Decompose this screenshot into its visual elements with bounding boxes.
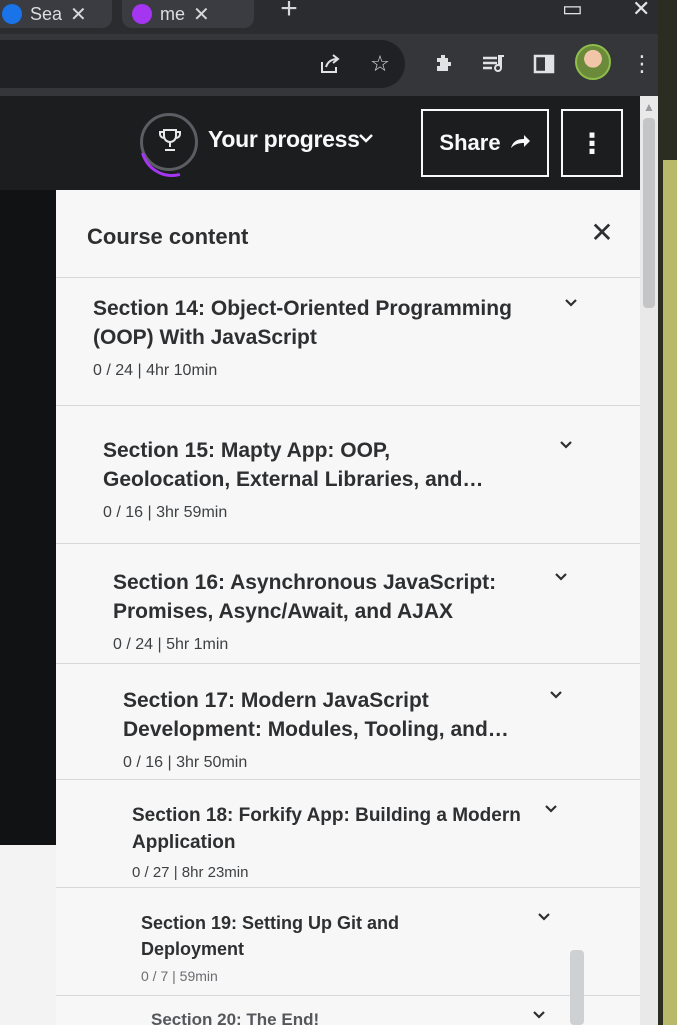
browser-tab[interactable]: Sea ✕ [0,0,112,28]
section-title: Section 19: Setting Up Git and Deploymen… [141,913,400,959]
page-scrollbar-thumb[interactable] [643,118,655,308]
close-tab-icon[interactable]: ✕ [193,2,210,27]
chevron-down-icon[interactable] [559,434,573,455]
reading-list-icon[interactable] [478,48,510,80]
tab-favicon-icon [2,4,22,24]
section-list: Section 14: Object-Oriented Programming … [56,278,640,1025]
section-item[interactable]: Section 15: Mapty App: OOP, Geolocation,… [56,406,640,544]
section-title: Section 17: Modern JavaScript Developmen… [123,689,509,741]
section-title: Section 14: Object-Oriented Programming … [93,297,512,349]
scroll-up-arrow-icon[interactable]: ▲ [643,100,655,114]
section-title: Section 20: The End! [151,1010,320,1025]
section-meta: 0 / 24 | 5hr 1min [113,636,229,653]
progress-ring[interactable] [140,113,198,171]
chevron-down-icon[interactable] [549,684,563,705]
sidebar-title: Course content [87,224,249,249]
chevron-down-icon[interactable] [358,128,374,149]
close-sidebar-button[interactable]: ✕ [588,219,616,248]
share-button-label: Share [439,130,501,155]
tab-label: Sea [30,3,63,24]
section-item[interactable]: Section 17: Modern JavaScript Developmen… [56,664,640,780]
bookmark-star-icon[interactable]: ☆ [364,48,396,80]
section-meta: 0 / 7 | 59min [141,968,218,984]
extensions-icon[interactable] [428,48,460,80]
sidebar-scrollbar-thumb[interactable] [570,950,584,1025]
tab-label: me [160,3,186,24]
your-progress-button[interactable]: Your progress [208,126,360,153]
share-button[interactable]: Share [421,109,549,177]
more-options-button[interactable]: ⋮ [561,109,623,177]
chevron-down-icon[interactable] [537,906,551,927]
sidebar-header: Course content ✕ [56,190,640,278]
section-item[interactable]: Section 20: The End! [56,996,640,1025]
share-icon[interactable] [314,48,346,80]
section-meta: 0 / 24 | 4hr 10min [93,362,218,379]
section-meta: 0 / 16 | 3hr 50min [123,754,248,771]
section-meta: 0 / 27 | 8hr 23min [132,864,249,881]
section-item[interactable]: Section 19: Setting Up Git and Deploymen… [56,888,640,996]
section-title: Section 18: Forkify App: Building a Mode… [132,805,521,853]
section-meta: 0 / 16 | 3hr 59min [103,504,228,521]
browser-tab-strip: Sea ✕ me ✕ + ▭ ✕ [0,0,677,34]
close-window-icon[interactable]: ✕ [632,0,650,22]
monitor-bezel [658,0,677,1025]
course-content-sidebar: Course content ✕ ▲ Section 14: Object-Or… [56,190,640,1025]
share-arrow-icon [509,130,531,156]
minimize-window-icon[interactable]: ▭ [562,0,583,22]
section-title: Section 15: Mapty App: OOP, Geolocation,… [103,439,484,491]
section-title: Section 16: Asynchronous JavaScript: Pro… [113,571,497,623]
section-item[interactable]: Section 18: Forkify App: Building a Mode… [56,780,640,888]
profile-avatar[interactable] [575,44,611,80]
background-edge [663,160,677,1025]
close-tab-icon[interactable]: ✕ [70,2,87,27]
section-item[interactable]: Section 16: Asynchronous JavaScript: Pro… [56,544,640,664]
browser-tab-active[interactable]: me ✕ [122,0,254,28]
screen: Sea ✕ me ✕ + ▭ ✕ ☆ ⋮ Your progress Share… [0,0,677,1025]
trophy-icon [158,128,182,156]
new-tab-button[interactable]: + [272,0,306,26]
browser-menu-icon[interactable]: ⋮ [626,48,658,80]
section-item[interactable]: Section 14: Object-Oriented Programming … [56,278,640,406]
tab-favicon-icon [132,4,152,24]
page-scrollbar[interactable]: ▲ [640,96,658,1025]
chevron-down-icon[interactable] [532,1004,546,1025]
course-header: Your progress Share ⋮ [0,96,648,190]
chevron-down-icon[interactable] [564,292,578,313]
chevron-down-icon[interactable] [544,798,558,819]
chevron-down-icon[interactable] [554,566,568,587]
side-panel-icon[interactable] [528,48,560,80]
